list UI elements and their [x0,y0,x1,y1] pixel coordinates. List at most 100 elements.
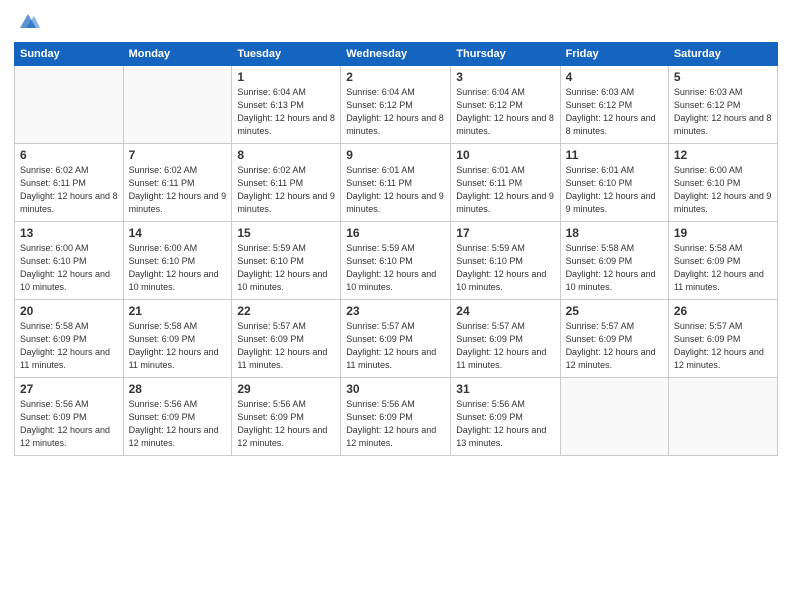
day-number: 8 [237,148,335,162]
day-info: Sunrise: 5:59 AMSunset: 6:10 PMDaylight:… [346,242,445,294]
calendar-cell: 15 Sunrise: 5:59 AMSunset: 6:10 PMDayligh… [232,222,341,300]
day-info: Sunrise: 6:04 AMSunset: 6:12 PMDaylight:… [456,86,554,138]
day-number: 21 [129,304,227,318]
day-info: Sunrise: 6:00 AMSunset: 6:10 PMDaylight:… [674,164,772,216]
week-row-2: 6 Sunrise: 6:02 AMSunset: 6:11 PMDaylight… [15,144,778,222]
day-number: 4 [566,70,663,84]
calendar-cell: 5Sunrise: 6:03 AMSunset: 6:12 PMDaylight… [668,66,777,144]
day-info: Sunrise: 5:57 AMSunset: 6:09 PMDaylight:… [237,320,335,372]
day-number: 2 [346,70,445,84]
calendar-cell: 4Sunrise: 6:03 AMSunset: 6:12 PMDaylight… [560,66,668,144]
day-info: Sunrise: 5:56 AMSunset: 6:09 PMDaylight:… [346,398,445,450]
day-number: 10 [456,148,554,162]
weekday-header-thursday: Thursday [451,43,560,66]
day-info: Sunrise: 5:56 AMSunset: 6:09 PMDaylight:… [456,398,554,450]
calendar-cell: 26 Sunrise: 5:57 AMSunset: 6:09 PMDayligh… [668,300,777,378]
weekday-header-row: SundayMondayTuesdayWednesdayThursdayFrid… [15,43,778,66]
calendar: SundayMondayTuesdayWednesdayThursdayFrid… [14,42,778,456]
calendar-cell: 20 Sunrise: 5:58 AMSunset: 6:09 PMDayligh… [15,300,124,378]
day-number: 26 [674,304,772,318]
day-number: 3 [456,70,554,84]
day-info: Sunrise: 5:59 AMSunset: 6:10 PMDaylight:… [237,242,335,294]
calendar-cell: 6Sunrise: 6:02 AMSunset: 6:11 PMDaylight… [15,144,124,222]
calendar-cell: 16 Sunrise: 5:59 AMSunset: 6:10 PMDayligh… [341,222,451,300]
day-info: Sunrise: 5:57 AMSunset: 6:09 PMDaylight:… [566,320,663,372]
calendar-cell: 27Sunrise: 5:56 AMSunset: 6:09 PMDayligh… [15,378,124,456]
day-info: Sunrise: 5:57 AMSunset: 6:09 PMDaylight:… [456,320,554,372]
day-info: Sunrise: 6:01 AMSunset: 6:10 PMDaylight:… [566,164,663,216]
calendar-cell [123,66,232,144]
calendar-cell [668,378,777,456]
weekday-header-sunday: Sunday [15,43,124,66]
calendar-cell: 23 Sunrise: 5:57 AMSunset: 6:09 PMDayligh… [341,300,451,378]
day-number: 19 [674,226,772,240]
day-number: 12 [674,148,772,162]
weekday-header-saturday: Saturday [668,43,777,66]
day-number: 13 [20,226,118,240]
day-info: Sunrise: 6:02 AMSunset: 6:11 PMDaylight:… [237,164,335,216]
calendar-cell: 10 Sunrise: 6:01 AMSunset: 6:11 PMDayligh… [451,144,560,222]
day-number: 14 [129,226,227,240]
weekday-header-friday: Friday [560,43,668,66]
calendar-cell: 2 Sunrise: 6:04 AMSunset: 6:12 PMDaylight… [341,66,451,144]
calendar-cell [15,66,124,144]
day-info: Sunrise: 5:58 AMSunset: 6:09 PMDaylight:… [674,242,772,294]
day-info: Sunrise: 6:00 AMSunset: 6:10 PMDaylight:… [20,242,118,294]
day-info: Sunrise: 6:00 AMSunset: 6:10 PMDaylight:… [129,242,227,294]
weekday-header-monday: Monday [123,43,232,66]
day-number: 25 [566,304,663,318]
day-number: 20 [20,304,118,318]
calendar-cell: 13 Sunrise: 6:00 AMSunset: 6:10 PMDayligh… [15,222,124,300]
day-info: Sunrise: 5:56 AMSunset: 6:09 PMDaylight:… [20,398,118,450]
calendar-cell: 17 Sunrise: 5:59 AMSunset: 6:10 PMDayligh… [451,222,560,300]
day-info: Sunrise: 5:56 AMSunset: 6:09 PMDaylight:… [237,398,335,450]
calendar-cell: 3 Sunrise: 6:04 AMSunset: 6:12 PMDaylight… [451,66,560,144]
day-number: 17 [456,226,554,240]
day-info: Sunrise: 6:01 AMSunset: 6:11 PMDaylight:… [456,164,554,216]
calendar-cell [560,378,668,456]
day-number: 23 [346,304,445,318]
week-row-3: 13 Sunrise: 6:00 AMSunset: 6:10 PMDayligh… [15,222,778,300]
week-row-1: 1 Sunrise: 6:04 AMSunset: 6:13 PMDaylight… [15,66,778,144]
weekday-header-wednesday: Wednesday [341,43,451,66]
logo [14,10,40,34]
day-number: 9 [346,148,445,162]
calendar-cell: 21 Sunrise: 5:58 AMSunset: 6:09 PMDayligh… [123,300,232,378]
calendar-cell: 31 Sunrise: 5:56 AMSunset: 6:09 PMDayligh… [451,378,560,456]
day-info: Sunrise: 6:04 AMSunset: 6:13 PMDaylight:… [237,86,335,138]
weekday-header-tuesday: Tuesday [232,43,341,66]
day-number: 31 [456,382,554,396]
day-info: Sunrise: 5:57 AMSunset: 6:09 PMDaylight:… [674,320,772,372]
day-number: 22 [237,304,335,318]
day-info: Sunrise: 5:58 AMSunset: 6:09 PMDaylight:… [20,320,118,372]
calendar-cell: 25 Sunrise: 5:57 AMSunset: 6:09 PMDayligh… [560,300,668,378]
day-number: 30 [346,382,445,396]
logo-icon [16,10,40,34]
day-number: 15 [237,226,335,240]
week-row-4: 20 Sunrise: 5:58 AMSunset: 6:09 PMDayligh… [15,300,778,378]
day-info: Sunrise: 5:58 AMSunset: 6:09 PMDaylight:… [566,242,663,294]
day-info: Sunrise: 6:02 AMSunset: 6:11 PMDaylight:… [129,164,227,216]
day-number: 29 [237,382,335,396]
calendar-cell: 8 Sunrise: 6:02 AMSunset: 6:11 PMDaylight… [232,144,341,222]
calendar-cell: 19 Sunrise: 5:58 AMSunset: 6:09 PMDayligh… [668,222,777,300]
calendar-cell: 9 Sunrise: 6:01 AMSunset: 6:11 PMDaylight… [341,144,451,222]
calendar-cell: 7 Sunrise: 6:02 AMSunset: 6:11 PMDaylight… [123,144,232,222]
calendar-cell: 24Sunrise: 5:57 AMSunset: 6:09 PMDayligh… [451,300,560,378]
day-number: 11 [566,148,663,162]
day-info: Sunrise: 5:58 AMSunset: 6:09 PMDaylight:… [129,320,227,372]
day-info: Sunrise: 6:01 AMSunset: 6:11 PMDaylight:… [346,164,445,216]
day-number: 6 [20,148,118,162]
week-row-5: 27Sunrise: 5:56 AMSunset: 6:09 PMDayligh… [15,378,778,456]
day-number: 1 [237,70,335,84]
day-info: Sunrise: 5:56 AMSunset: 6:09 PMDaylight:… [129,398,227,450]
calendar-cell: 14 Sunrise: 6:00 AMSunset: 6:10 PMDayligh… [123,222,232,300]
day-number: 7 [129,148,227,162]
day-number: 28 [129,382,227,396]
day-number: 16 [346,226,445,240]
day-info: Sunrise: 5:59 AMSunset: 6:10 PMDaylight:… [456,242,554,294]
day-info: Sunrise: 5:57 AMSunset: 6:09 PMDaylight:… [346,320,445,372]
day-info: Sunrise: 6:04 AMSunset: 6:12 PMDaylight:… [346,86,445,138]
calendar-cell: 1 Sunrise: 6:04 AMSunset: 6:13 PMDaylight… [232,66,341,144]
day-info: Sunrise: 6:03 AMSunset: 6:12 PMDaylight:… [674,86,772,138]
